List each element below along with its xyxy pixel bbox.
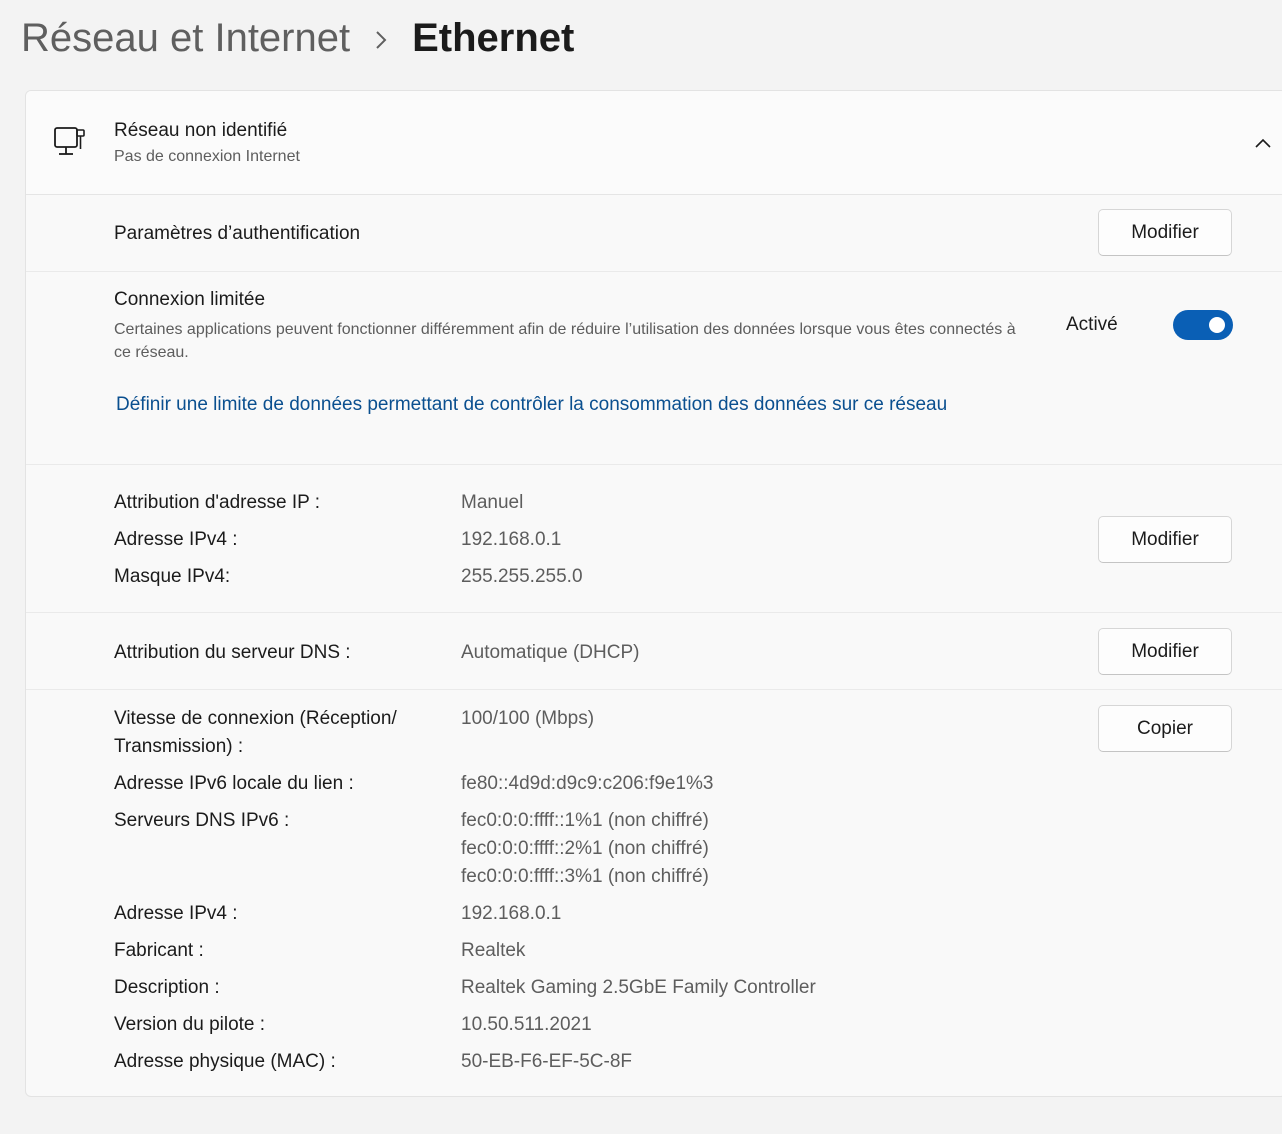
mac-address-label: Adresse physique (MAC) : (114, 1051, 336, 1072)
metered-toggle-state: Activé (1066, 314, 1118, 335)
ethernet-network-card: Réseau non identifié Pas de connexion In… (25, 90, 1282, 1097)
ip-assignment-label: Attribution d'adresse IP : (114, 492, 321, 513)
ipv4-label: Adresse IPv4 : (114, 903, 238, 924)
dns-ipv6-value-1: fec0:0:0:ffff::1%1 (non chiffré) (461, 810, 709, 831)
driver-version-label: Version du pilote : (114, 1014, 266, 1035)
ipv4-value: 192.168.0.1 (461, 903, 562, 924)
network-header[interactable]: Réseau non identifié Pas de connexion In… (26, 91, 1282, 195)
ip-assignment-value: Manuel (461, 492, 524, 513)
dns-ipv6-label: Serveurs DNS IPv6 : (114, 810, 290, 831)
set-data-limit-link[interactable]: Définir une limite de données permettant… (116, 394, 947, 416)
page-title: Ethernet (412, 15, 575, 60)
speed-label-line1: Vitesse de connexion (Réception/ (114, 708, 397, 729)
metered-connection-row: Connexion limitée Certaines applications… (26, 272, 1282, 465)
edit-ip-button[interactable]: Modifier (1098, 516, 1232, 563)
wired-network-icon (53, 125, 87, 159)
authentication-label: Paramètres d’authentification (114, 223, 361, 244)
authentication-row: Paramètres d’authentification Modifier (26, 195, 1282, 272)
dns-assignment-value: Automatique (DHCP) (461, 642, 640, 663)
description-value: Realtek Gaming 2.5GbE Family Controller (461, 977, 816, 998)
network-status: Pas de connexion Internet (114, 148, 300, 165)
dns-ipv6-value-3: fec0:0:0:ffff::3%1 (non chiffré) (461, 866, 709, 887)
metered-connection-description: Certaines applications peuvent fonctionn… (114, 321, 1016, 361)
breadcrumb: Réseau et Internet Ethernet (21, 10, 574, 66)
ipv4-mask-label: Masque IPv4: (114, 566, 231, 587)
ipv6-local-value: fe80::4d9d:d9c9:c206:f9e1%3 (461, 773, 714, 794)
metered-connection-label: Connexion limitée (114, 289, 266, 310)
description-label: Description : (114, 977, 220, 998)
copy-properties-button[interactable]: Copier (1098, 705, 1232, 752)
ip-settings-row: Attribution d'adresse IP : Manuel Adress… (26, 465, 1282, 613)
chevron-up-icon[interactable] (1248, 131, 1278, 155)
speed-value: 100/100 (Mbps) (461, 708, 595, 729)
ipv4-address-label: Adresse IPv4 : (114, 529, 238, 550)
properties-section: Copier Vitesse de connexion (Réception/ … (26, 690, 1282, 1096)
chevron-right-icon (350, 16, 412, 61)
dns-settings-row: Attribution du serveur DNS : Automatique… (26, 613, 1282, 690)
toggle-knob (1209, 317, 1225, 333)
ipv6-local-label: Adresse IPv6 locale du lien : (114, 773, 354, 794)
metered-connection-toggle[interactable] (1173, 310, 1233, 340)
driver-version-value: 10.50.511.2021 (461, 1014, 592, 1035)
edit-dns-button[interactable]: Modifier (1098, 628, 1232, 675)
manufacturer-value: Realtek (461, 940, 526, 961)
speed-label-line2: Transmission) : (114, 736, 244, 757)
mac-address-value: 50-EB-F6-EF-5C-8F (461, 1051, 633, 1072)
edit-authentication-button[interactable]: Modifier (1098, 209, 1232, 256)
dns-assignment-label: Attribution du serveur DNS : (114, 642, 351, 663)
network-name: Réseau non identifié (114, 120, 288, 141)
manufacturer-label: Fabricant : (114, 940, 204, 961)
ipv4-address-value: 192.168.0.1 (461, 529, 562, 550)
dns-ipv6-value-2: fec0:0:0:ffff::2%1 (non chiffré) (461, 838, 709, 859)
ipv4-mask-value: 255.255.255.0 (461, 566, 583, 587)
breadcrumb-parent[interactable]: Réseau et Internet (21, 16, 350, 61)
